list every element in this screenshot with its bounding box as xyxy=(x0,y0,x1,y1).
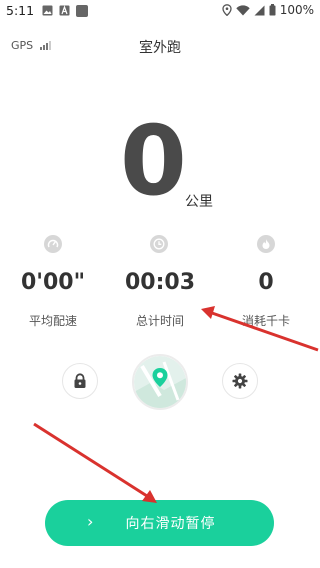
settings-button[interactable] xyxy=(222,363,258,399)
clock-icon xyxy=(150,235,168,253)
battery-percent: 100% xyxy=(279,3,314,17)
annotation-arrow-slide xyxy=(33,422,157,503)
system-icons: 100% xyxy=(222,3,314,17)
calories-value: 0 xyxy=(258,270,274,295)
speedometer-icon xyxy=(44,235,62,253)
time-value: 00:03 xyxy=(124,270,196,295)
location-icon xyxy=(222,4,232,16)
calories-label: 消耗千卡 xyxy=(241,314,290,328)
distance-value: 0 xyxy=(120,105,187,217)
lock-icon xyxy=(74,373,86,388)
status-bar: 5:11 100% xyxy=(0,0,320,24)
gear-icon xyxy=(232,373,248,389)
battery-icon xyxy=(269,4,276,16)
status-time: 5:11 xyxy=(6,3,35,18)
flame-icon xyxy=(257,235,275,253)
notification-icons xyxy=(42,5,88,17)
chevron-right-icon: › xyxy=(87,512,94,531)
slide-label: 向右滑动暂停 xyxy=(125,516,216,532)
map-button[interactable] xyxy=(132,354,188,410)
app-square-icon xyxy=(76,5,88,17)
distance-unit: 公里 xyxy=(185,194,213,210)
lock-button[interactable] xyxy=(62,363,98,399)
pace-label: 平均配速 xyxy=(28,314,77,328)
slide-to-pause-button[interactable]: › 向右滑动暂停 xyxy=(45,500,274,546)
time-label: 总计时间 xyxy=(135,314,184,328)
pace-value: 0'00" xyxy=(20,270,86,295)
page-title: 室外跑 xyxy=(139,40,181,56)
signal-icon xyxy=(254,5,265,15)
image-icon xyxy=(42,5,53,16)
map-icon xyxy=(134,356,186,408)
wifi-icon xyxy=(235,4,250,15)
font-icon xyxy=(59,5,70,16)
